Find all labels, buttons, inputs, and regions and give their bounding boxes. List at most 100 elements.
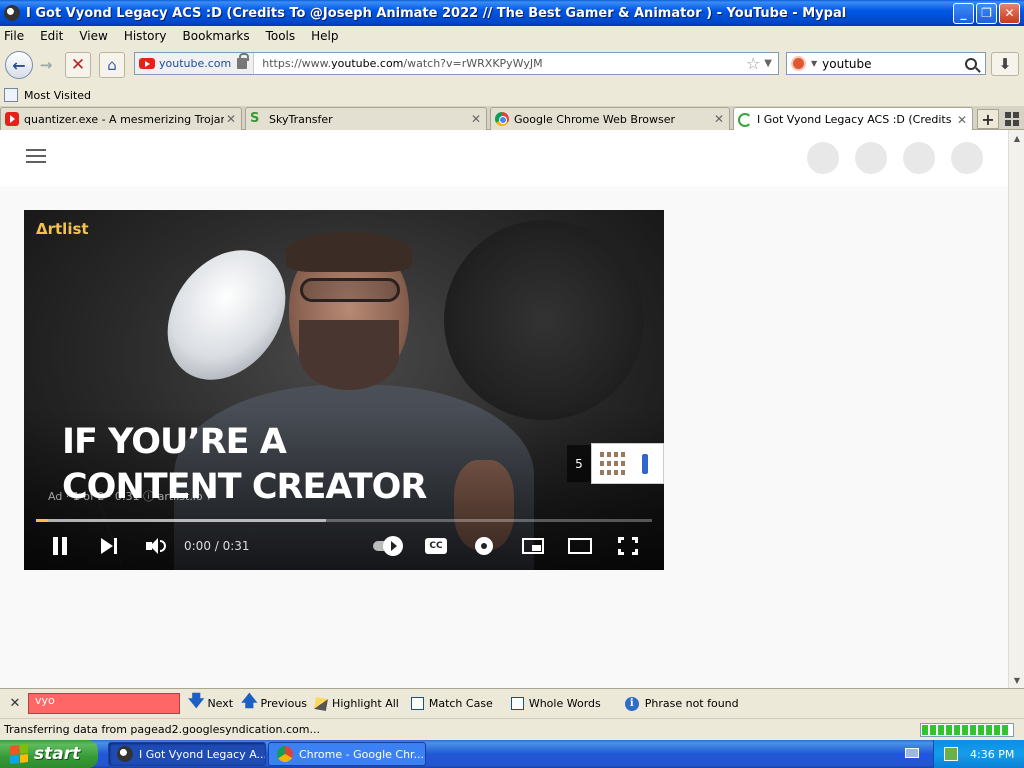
find-previous-button[interactable]: 🡅 Previous xyxy=(241,690,307,717)
tab-skytransfer[interactable]: S SkyTransfer ✕ xyxy=(245,107,487,130)
search-engine-icon[interactable] xyxy=(791,56,806,71)
keyboard-language-icon[interactable] xyxy=(905,748,919,758)
status-progress-segment xyxy=(962,724,968,735)
hamburger-menu-icon[interactable] xyxy=(26,149,46,163)
mypal-app-icon[interactable] xyxy=(4,5,20,21)
fullscreen-icon[interactable] xyxy=(616,532,640,560)
menu-view[interactable]: View xyxy=(79,29,107,43)
url-history-dropdown-icon[interactable]: ▼ xyxy=(764,58,772,69)
url-prefix: https://www. xyxy=(262,57,332,70)
scroll-up-arrow-icon[interactable]: ▲ xyxy=(1009,130,1024,146)
menu-bar: File Edit View History Bookmarks Tools H… xyxy=(0,26,1024,46)
network-icon[interactable] xyxy=(944,747,958,761)
arrow-up-icon: 🡅 xyxy=(241,691,258,710)
page-content: Δrtlist IF YOU’RE A Ad · 1 of 2 · 0:31 ⓘ… xyxy=(0,130,1008,688)
search-engine-dropdown-icon[interactable]: ▼ xyxy=(811,59,817,68)
header-placeholder-icon[interactable] xyxy=(951,142,983,174)
downloads-button[interactable]: ⬇ xyxy=(991,52,1019,76)
stop-button[interactable]: ✕ xyxy=(65,52,91,78)
chrome-favicon-icon xyxy=(495,112,509,126)
forward-button[interactable]: → xyxy=(35,54,57,76)
loading-spinner-icon xyxy=(738,112,752,127)
header-placeholder-icon[interactable] xyxy=(903,142,935,174)
autoplay-toggle[interactable] xyxy=(368,532,404,560)
progress-played xyxy=(36,519,49,522)
status-progress-segment xyxy=(970,724,976,735)
clock[interactable]: 4:36 PM xyxy=(970,748,1014,761)
tab-close-icon[interactable]: ✕ xyxy=(469,112,483,126)
taskbar-item-label: I Got Vyond Legacy A... xyxy=(139,747,265,761)
find-input[interactable]: vyo xyxy=(28,693,180,714)
most-visited-folder-icon xyxy=(4,88,18,102)
search-input[interactable]: youtube xyxy=(822,57,965,71)
back-button[interactable]: ← xyxy=(5,51,33,79)
volume-icon[interactable] xyxy=(144,532,168,560)
subtitles-icon[interactable]: CC xyxy=(424,532,448,560)
find-bar: ✕ vyo 🡇 Next 🡅 Previous Highlight All Ma… xyxy=(0,688,1024,718)
tab-active-video[interactable]: I Got Vyond Legacy ACS :D (Credits To ..… xyxy=(733,107,973,131)
mypal-icon xyxy=(117,746,133,762)
time-display: 0:00 / 0:31 xyxy=(184,539,250,553)
tab-google-chrome[interactable]: Google Chrome Web Browser ✕ xyxy=(490,107,730,130)
next-video-thumbnail[interactable] xyxy=(591,443,664,484)
whole-words-checkbox[interactable]: Whole Words xyxy=(510,697,601,710)
close-window-button[interactable]: ✕ xyxy=(999,2,1020,24)
tab-close-icon[interactable]: ✕ xyxy=(955,113,969,127)
minimize-button[interactable]: _ xyxy=(953,2,974,24)
menu-tools[interactable]: Tools xyxy=(266,29,296,43)
match-case-checkbox[interactable]: Match Case xyxy=(410,697,493,710)
status-progress-segment xyxy=(1002,724,1008,735)
scroll-down-arrow-icon[interactable]: ▼ xyxy=(1009,672,1024,688)
pause-icon[interactable] xyxy=(50,532,70,560)
progress-bar[interactable] xyxy=(36,519,652,522)
highlight-all-button[interactable]: Highlight All xyxy=(314,696,399,711)
tab-label: Google Chrome Web Browser xyxy=(514,112,675,126)
next-icon[interactable] xyxy=(98,532,120,560)
menu-help[interactable]: Help xyxy=(311,29,338,43)
bookmark-most-visited[interactable]: Most Visited xyxy=(24,89,91,102)
menu-history[interactable]: History xyxy=(124,29,167,43)
restore-button[interactable]: ❐ xyxy=(976,2,997,24)
find-close-icon[interactable]: ✕ xyxy=(8,696,22,711)
checkbox-icon[interactable] xyxy=(410,697,424,710)
search-icon[interactable] xyxy=(965,57,977,70)
tab-close-icon[interactable]: ✕ xyxy=(224,112,238,126)
checkbox-icon[interactable] xyxy=(510,697,524,710)
video-player[interactable]: Δrtlist IF YOU’RE A Ad · 1 of 2 · 0:31 ⓘ… xyxy=(24,210,664,570)
tab-close-icon[interactable]: ✕ xyxy=(712,112,726,126)
tab-quantizer[interactable]: quantizer.exe - A mesmerizing Trojan h..… xyxy=(0,107,242,130)
home-button[interactable]: ⌂ xyxy=(99,52,125,78)
list-all-tabs-icon[interactable] xyxy=(1005,112,1019,126)
status-bar: Transferring data from pagead2.googlesyn… xyxy=(0,718,1024,740)
taskbar-item-chrome[interactable]: Chrome - Google Chr... xyxy=(268,742,426,766)
search-bar[interactable]: ▼ youtube xyxy=(786,52,986,75)
artlist-logo[interactable]: Δrtlist xyxy=(36,220,89,238)
status-text: Transferring data from pagead2.googlesyn… xyxy=(4,723,320,736)
title-bar[interactable]: I Got Vyond Legacy ACS :D (Credits To @J… xyxy=(0,0,1024,26)
find-next-button[interactable]: 🡇 Next xyxy=(188,690,233,717)
miniplayer-icon[interactable] xyxy=(520,532,546,560)
menu-file[interactable]: File xyxy=(4,29,24,43)
vertical-scrollbar[interactable]: ▲ ▼ xyxy=(1008,130,1024,688)
arrow-down-icon: 🡇 xyxy=(188,691,205,710)
highlighter-icon xyxy=(314,696,328,711)
menu-edit[interactable]: Edit xyxy=(40,29,63,43)
match-case-label: Match Case xyxy=(428,697,493,710)
windows-logo-icon xyxy=(10,744,28,764)
new-tab-button[interactable]: + xyxy=(977,109,999,129)
site-identity-button[interactable]: youtube.com xyxy=(135,53,255,74)
theater-mode-icon[interactable] xyxy=(566,532,594,560)
url-bar[interactable]: youtube.com https://www.youtube.com/watc… xyxy=(134,52,779,75)
chrome-icon xyxy=(277,746,293,762)
header-placeholder-icon[interactable] xyxy=(855,142,887,174)
header-placeholder-icon[interactable] xyxy=(807,142,839,174)
url-input[interactable]: https://www.youtube.com/watch?v=rWRXKPyW… xyxy=(262,57,746,70)
bookmark-star-icon[interactable]: ☆ xyxy=(746,54,760,73)
menu-bookmarks[interactable]: Bookmarks xyxy=(183,29,250,43)
url-path: /watch?v=rWRXKPyWyJM xyxy=(403,57,543,70)
whole-words-label: Whole Words xyxy=(528,697,601,710)
taskbar-item-mypal[interactable]: I Got Vyond Legacy A... xyxy=(108,742,266,766)
settings-gear-icon[interactable] xyxy=(472,532,496,560)
site-identity-label: youtube.com xyxy=(159,57,232,70)
start-button[interactable]: start xyxy=(0,740,98,768)
